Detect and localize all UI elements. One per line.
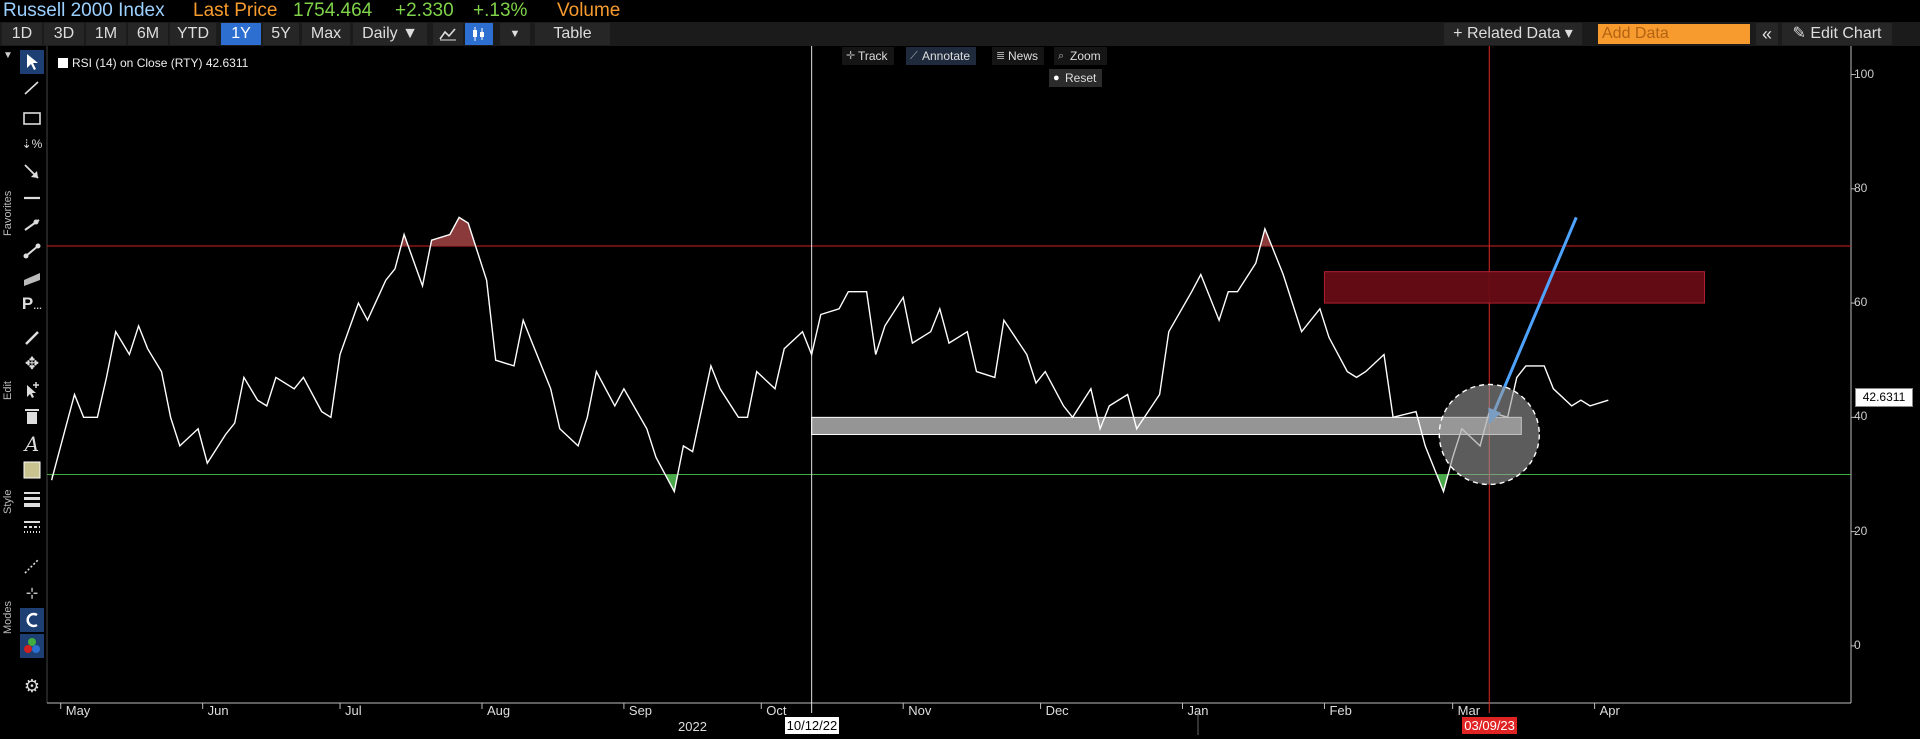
zoom-icon: ⌕ (1058, 50, 1065, 62)
pointer-icon[interactable] (20, 50, 44, 74)
annotation-overlays (1438, 216, 1578, 486)
zoom-label: Zoom (1070, 49, 1101, 63)
line-style-icon[interactable] (20, 514, 44, 538)
annotate-button[interactable]: ⟋ Annotate (906, 47, 977, 65)
percent-measure-icon[interactable]: ⇣% (20, 132, 44, 156)
arrow-icon[interactable] (20, 160, 44, 184)
annotate-label: Annotate (922, 49, 971, 63)
channel-icon[interactable] (20, 266, 44, 290)
add-pointer-icon[interactable] (20, 378, 44, 402)
favorites-section-label[interactable]: Favorites (2, 191, 14, 236)
news-icon: ≣ (996, 50, 1006, 62)
x-tick-label-oct: Oct (766, 703, 787, 718)
color-mode-icon[interactable] (20, 634, 44, 658)
line-weight-icon[interactable] (20, 486, 44, 510)
y-tick-label-20: 20 (1854, 523, 1868, 538)
x-tick-label-aug: Aug (486, 703, 511, 718)
reset-label: Reset (1065, 71, 1097, 85)
reset-button[interactable]: ● Reset (1049, 69, 1103, 87)
x-tick-label-sep: Sep (628, 703, 653, 718)
trend-line-icon[interactable] (20, 213, 44, 237)
crosshair-date-right: 03/09/23 (1462, 717, 1517, 734)
rsi-series-line (50, 216, 1609, 494)
y-axis-ticks (1851, 74, 1856, 647)
reset-icon: ● (1053, 72, 1060, 84)
y-tick-label-80: 80 (1854, 180, 1868, 195)
pen-icon[interactable] (20, 326, 44, 350)
y-tick-label-100: 100 (1854, 66, 1875, 81)
line-draw-icon[interactable] (20, 76, 44, 100)
x-tick-label-feb: Feb (1329, 703, 1352, 718)
track-button[interactable]: ✛ Track (842, 47, 894, 65)
rectangle-icon[interactable] (20, 106, 44, 130)
modes-section-label[interactable]: Modes (2, 601, 14, 634)
annotate-icon: ⟋ (910, 50, 918, 62)
news-button[interactable]: ≣ News (992, 47, 1045, 65)
overbought-oversold-fills (51, 217, 1449, 492)
x-tick-label-apr: Apr (1599, 703, 1620, 718)
zoom-button[interactable]: ⌕ Zoom (1054, 47, 1107, 65)
fill-color-icon[interactable] (20, 458, 44, 482)
x-tick-label-dec: Dec (1045, 703, 1069, 718)
y-tick-label-60: 60 (1854, 295, 1868, 310)
x-tick-label-mar: Mar (1457, 703, 1481, 718)
move-icon[interactable]: ✥ (20, 352, 44, 376)
edit-section-label[interactable]: Edit (2, 381, 14, 400)
annotation-rectangle-1[interactable] (1323, 271, 1705, 304)
annotation-circle[interactable] (1438, 383, 1540, 486)
snap-icon[interactable] (20, 608, 44, 632)
magnet-mode-icon[interactable]: ⊹ (20, 582, 44, 606)
horizontal-line-icon[interactable] (20, 186, 44, 210)
x-axis-ticks (60, 703, 1596, 709)
x-tick-label-may: May (65, 703, 91, 718)
x-tick-label-jun: Jun (207, 703, 229, 718)
track-icon: ✛ (846, 50, 856, 62)
x-tick-label-jul: Jul (345, 703, 362, 718)
segment-icon[interactable] (20, 239, 44, 263)
y-tick-label-0: 0 (1854, 637, 1861, 652)
settings-icon[interactable]: ⚙ (20, 674, 44, 698)
x-tick-label-nov: Nov (908, 703, 932, 718)
annotation-rectangles (811, 271, 1705, 435)
chart-canvas[interactable] (0, 0, 1920, 739)
y-tick-label-40: 40 (1854, 409, 1868, 424)
trash-icon[interactable] (20, 404, 44, 428)
drawing-tools-panel: Favorites Edit Style Modes ▼ ⇣% P… ✥ A ⊹… (0, 46, 46, 703)
crosshair-date-left: 10/12/22 (784, 717, 840, 734)
x-tick-label-jan: Jan (1187, 703, 1209, 718)
panel-menu-icon[interactable]: ▼ (3, 50, 13, 61)
year-label: 2022 (678, 719, 707, 734)
annotation-rectangle-0[interactable] (811, 416, 1522, 435)
series-swatch (58, 58, 68, 68)
news-label: News (1008, 49, 1039, 63)
pitchfork-icon[interactable]: P… (20, 292, 44, 316)
crosshair-mode-icon[interactable] (20, 554, 44, 578)
last-value-label: 42.6311 (1855, 388, 1913, 407)
overbought-fill (430, 217, 476, 246)
track-label: Track (858, 49, 888, 63)
legend-label: RSI (14) on Close (RTY) 42.6311 (72, 56, 249, 70)
study-legend[interactable]: RSI (14) on Close (RTY) 42.6311 (58, 56, 248, 70)
style-section-label[interactable]: Style (2, 490, 14, 514)
text-icon[interactable]: A (20, 432, 44, 456)
